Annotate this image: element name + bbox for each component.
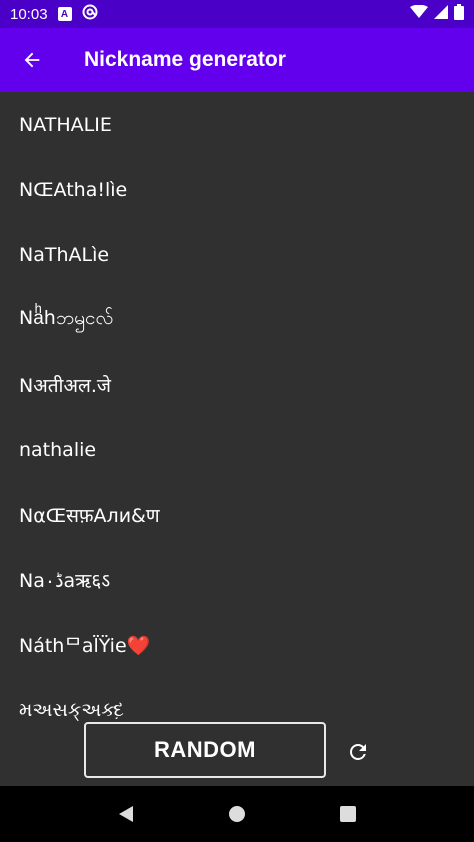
nickname-list-container: NATHALIE NŒAtha!lìe NaThALìe Naͪhဘၝငလ် N… (0, 92, 474, 786)
random-button[interactable]: RANDOM (84, 722, 326, 778)
arrow-back-icon (24, 52, 40, 68)
recents-square-icon (340, 806, 357, 822)
signal-icon (434, 5, 448, 23)
home-circle-icon (228, 806, 245, 822)
page-title: Nickname generator (84, 48, 286, 71)
status-right (410, 4, 464, 24)
status-time: 10:03 (10, 5, 48, 23)
back-button[interactable] (0, 28, 64, 92)
nickname-item[interactable]: Na۰ڈaऋ६ऽ (0, 547, 474, 612)
nickname-item[interactable]: Naͪhဘၝငလ် (0, 287, 474, 352)
nickname-item[interactable]: NŒAtha!lìe (0, 157, 474, 222)
nav-home-button[interactable] (217, 794, 257, 834)
nickname-item[interactable]: Nअतीअल.जे (0, 352, 474, 417)
bottom-controls: RANDOM (0, 722, 474, 778)
nav-recents-button[interactable] (328, 794, 368, 834)
refresh-button[interactable] (344, 738, 372, 766)
nickname-item[interactable]: NATHALIE (0, 92, 474, 157)
system-nav-bar (0, 786, 474, 842)
battery-icon (454, 4, 464, 24)
nickname-item[interactable]: NαŒसफ़Али&ण (0, 482, 474, 547)
wifi-icon (410, 4, 428, 23)
status-bar: 10:03 A (0, 0, 474, 28)
app-bar: Nickname generator (0, 28, 474, 92)
at-sign-icon (82, 4, 98, 24)
status-left: 10:03 A (10, 4, 98, 24)
nav-back-button[interactable] (106, 794, 146, 834)
nickname-item[interactable]: nathalie (0, 417, 474, 482)
nickname-list: NATHALIE NŒAtha!lìe NaThALìe Naͪhဘၝငလ် N… (0, 92, 474, 742)
text-a-icon: A (57, 7, 72, 21)
nickname-item[interactable]: NaThALìe (0, 222, 474, 287)
back-triangle-icon (118, 806, 133, 822)
refresh-icon (350, 744, 366, 760)
nickname-item[interactable]: Náthᄆal̈Ÿie❤️ (0, 612, 474, 677)
